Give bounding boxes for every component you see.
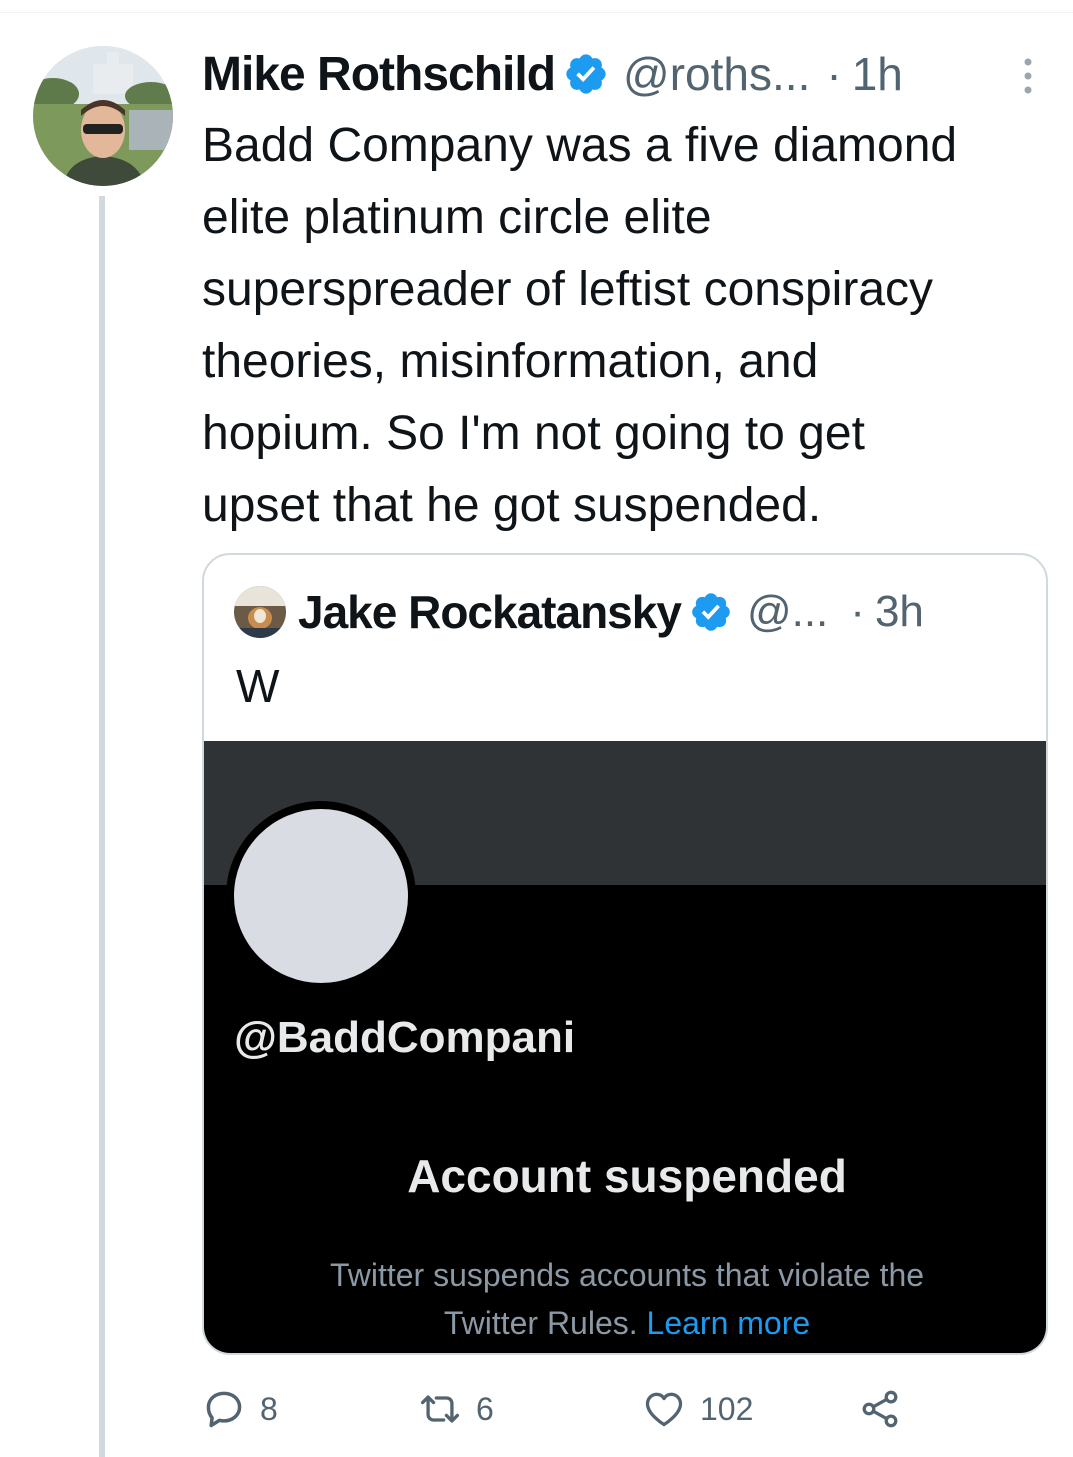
- heart-icon: [645, 1392, 683, 1427]
- reply-button[interactable]: 8: [202, 1384, 278, 1434]
- reply-count: 8: [260, 1390, 278, 1427]
- separator-dot: ·: [850, 587, 865, 636]
- quoted-author-avatar: [234, 586, 286, 638]
- retweet-button[interactable]: 6: [418, 1384, 494, 1434]
- tweet-actions: 8 6 102: [202, 1384, 1062, 1434]
- verified-badge-icon: [692, 593, 730, 631]
- retweet-icon: [420, 1395, 460, 1423]
- quoted-tweet-timestamp: 3h: [874, 587, 924, 636]
- like-count: 102: [700, 1390, 754, 1427]
- quoted-tweet-header: Jake Rockatansky @... · 3h: [234, 581, 924, 643]
- retweet-count: 6: [476, 1390, 494, 1427]
- suspended-profile-avatar: [226, 801, 416, 991]
- suspension-description-text: Twitter suspends accounts that violate t…: [329, 1257, 925, 1341]
- avatar-placeholder: [234, 809, 408, 983]
- suspension-title: Account suspended: [407, 1150, 847, 1202]
- more-vertical-icon[interactable]: [1022, 56, 1034, 96]
- tweet-header: Mike Rothschild @roths... · 1h: [202, 42, 1052, 106]
- thread-line: [99, 196, 105, 1457]
- suspension-description: Twitter suspends accounts that violate t…: [204, 1251, 1046, 1347]
- top-divider: [0, 12, 1073, 13]
- author-name[interactable]: Mike Rothschild: [202, 47, 556, 102]
- share-icon: [862, 1390, 898, 1428]
- quoted-tweet-image[interactable]: @BaddCompani Account suspended Twitter s…: [204, 741, 1046, 1353]
- quoted-author-handle: @...: [746, 587, 829, 636]
- quoted-tweet[interactable]: Jake Rockatansky @... · 3h W @BaddCompan…: [202, 553, 1048, 1355]
- tweet-text: Badd Company was a five diamond elite pl…: [202, 119, 958, 532]
- reply-icon: [206, 1391, 242, 1428]
- like-button[interactable]: 102: [642, 1384, 753, 1434]
- share-button[interactable]: [858, 1384, 902, 1434]
- quoted-author-name: Jake Rockatansky: [298, 586, 682, 638]
- quoted-tweet-text: W: [236, 660, 280, 712]
- separator-dot: ·: [826, 48, 842, 100]
- learn-more-link: Learn more: [646, 1305, 811, 1341]
- verified-badge-icon: [566, 54, 606, 94]
- suspended-account-handle: @BaddCompani: [234, 1013, 576, 1062]
- tweet-timestamp[interactable]: 1h: [852, 47, 903, 101]
- author-handle[interactable]: @roths...: [623, 47, 810, 101]
- author-avatar[interactable]: [33, 46, 173, 186]
